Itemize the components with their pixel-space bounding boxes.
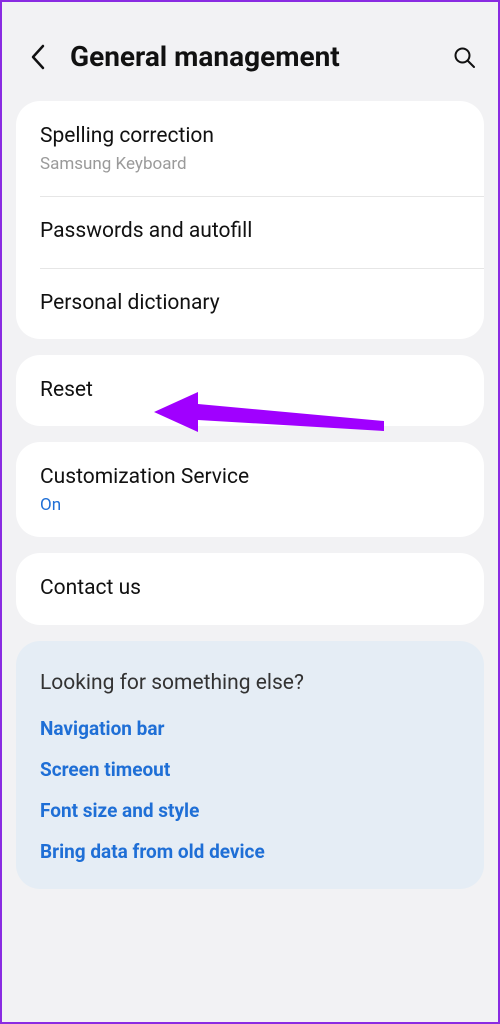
- link-navigation-bar[interactable]: Navigation bar: [40, 717, 460, 740]
- row-subtitle: Samsung Keyboard: [40, 154, 460, 174]
- back-icon[interactable]: [24, 43, 52, 71]
- row-title: Spelling correction: [40, 123, 460, 150]
- row-customization-service[interactable]: Customization Service On: [16, 442, 484, 537]
- row-passwords-autofill[interactable]: Passwords and autofill: [16, 196, 484, 267]
- row-subtitle: On: [40, 495, 460, 515]
- row-spelling-correction[interactable]: Spelling correction Samsung Keyboard: [16, 101, 484, 196]
- row-reset[interactable]: Reset: [16, 355, 484, 426]
- settings-group-contact: Contact us: [16, 553, 484, 624]
- settings-group-1: Spelling correction Samsung Keyboard Pas…: [16, 101, 484, 339]
- footer-heading: Looking for something else?: [40, 671, 460, 695]
- settings-group-reset: Reset: [16, 355, 484, 426]
- row-title: Passwords and autofill: [40, 218, 460, 245]
- row-title: Contact us: [40, 575, 460, 602]
- row-title: Customization Service: [40, 464, 460, 491]
- footer-suggestions: Looking for something else? Navigation b…: [16, 641, 484, 889]
- search-icon[interactable]: [450, 43, 478, 71]
- row-title: Reset: [40, 377, 460, 404]
- header: General management: [16, 16, 484, 101]
- link-screen-timeout[interactable]: Screen timeout: [40, 758, 460, 781]
- settings-group-customization: Customization Service On: [16, 442, 484, 537]
- row-contact-us[interactable]: Contact us: [16, 553, 484, 624]
- row-title: Personal dictionary: [40, 290, 460, 317]
- link-bring-data[interactable]: Bring data from old device: [40, 840, 460, 863]
- page-title: General management: [70, 40, 450, 73]
- link-font-size-style[interactable]: Font size and style: [40, 799, 460, 822]
- row-personal-dictionary[interactable]: Personal dictionary: [16, 268, 484, 339]
